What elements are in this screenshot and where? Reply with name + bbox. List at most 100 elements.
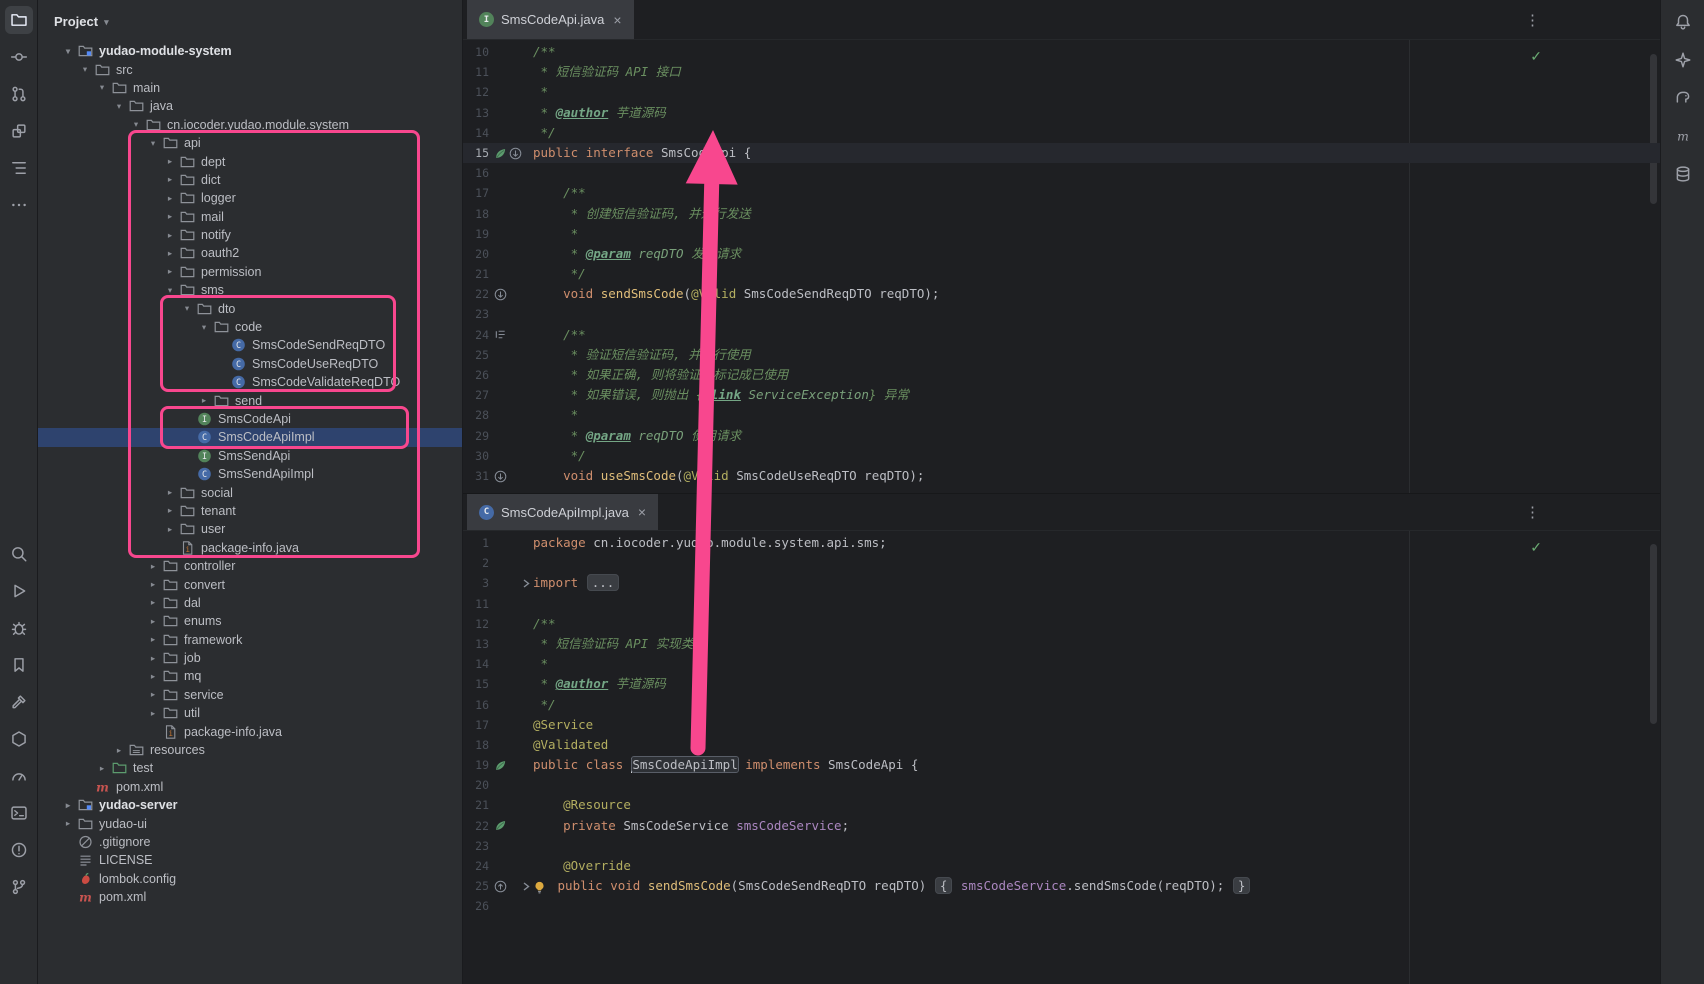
implemented-by-icon[interactable]	[494, 288, 507, 301]
chevron-right-icon[interactable]: ▸	[145, 561, 161, 572]
code-line-2[interactable]: 2	[463, 553, 1660, 573]
code-line-13[interactable]: 13 * @author 芋道源码	[463, 103, 1660, 123]
line-number[interactable]: 16	[463, 695, 489, 715]
tree-item-logger[interactable]: ▸logger	[38, 189, 462, 207]
code-line-21[interactable]: 21 @Resource	[463, 795, 1660, 815]
line-number[interactable]: 24	[463, 325, 489, 345]
tree-item-java[interactable]: ▾java	[38, 97, 462, 115]
notifications-icon[interactable]	[1669, 8, 1697, 36]
line-number[interactable]: 12	[463, 614, 489, 634]
line-number[interactable]: 18	[463, 204, 489, 224]
list-icon[interactable]	[494, 328, 507, 341]
line-number[interactable]: 19	[463, 224, 489, 244]
tree-item-smssendapiimpl[interactable]: CSmsSendApiImpl	[38, 465, 462, 483]
code-line-12[interactable]: 12/**	[463, 614, 1660, 634]
chevron-right-icon[interactable]: ▸	[162, 487, 178, 498]
line-number[interactable]: 15	[463, 143, 489, 163]
tree-item-mail[interactable]: ▸mail	[38, 208, 462, 226]
tree-item-dict[interactable]: ▸dict	[38, 171, 462, 189]
line-number[interactable]: 17	[463, 183, 489, 203]
chevron-right-icon[interactable]: ▸	[162, 505, 178, 516]
gutter[interactable]	[489, 470, 519, 483]
line-number[interactable]: 2	[463, 553, 489, 573]
tree-item-dal[interactable]: ▸dal	[38, 594, 462, 612]
tree-item-enums[interactable]: ▸enums	[38, 612, 462, 630]
tree-item-smscodevalidatereqdto[interactable]: CSmsCodeValidateReqDTO	[38, 373, 462, 391]
chevron-down-icon[interactable]: ▾	[128, 119, 144, 130]
line-number[interactable]: 13	[463, 103, 489, 123]
spring-bean-icon[interactable]	[494, 819, 507, 832]
tree-item-cn-iocoder-yudao-module-system[interactable]: ▾cn.iocoder.yudao.module.system	[38, 116, 462, 134]
code-line-1[interactable]: 1package cn.iocoder.yudao.module.system.…	[463, 533, 1660, 553]
tree-item-api[interactable]: ▾api	[38, 134, 462, 152]
debug-icon[interactable]	[5, 614, 33, 642]
code-line-22[interactable]: 22 private SmsCodeService smsCodeService…	[463, 816, 1660, 836]
code-line-25[interactable]: 25 * 验证短信验证码, 并进行使用	[463, 345, 1660, 365]
inspections-ok-icon[interactable]: ✓	[1530, 48, 1542, 65]
code-line-15[interactable]: 15public interface SmsCodeApi {	[463, 143, 1660, 163]
tree-item-notify[interactable]: ▸notify	[38, 226, 462, 244]
profiler-icon[interactable]	[5, 762, 33, 790]
tree-item-package-info-java[interactable]: ipackage-info.java	[38, 539, 462, 557]
line-number[interactable]: 14	[463, 654, 489, 674]
project-header-dropdown[interactable]: Project ▾	[38, 0, 462, 42]
close-tab-icon[interactable]: ×	[638, 504, 646, 520]
chevron-right-icon[interactable]: ▸	[145, 579, 161, 590]
tree-item-yudao-module-system[interactable]: ▾yudao-module-system	[38, 42, 462, 60]
chevron-right-icon[interactable]: ▸	[162, 266, 178, 277]
chevron-right-icon[interactable]: ▸	[162, 156, 178, 167]
pull-requests-icon[interactable]	[5, 80, 33, 108]
chevron-down-icon[interactable]: ▾	[145, 138, 161, 149]
gradle-icon[interactable]	[1669, 84, 1697, 112]
chevron-right-icon[interactable]: ▸	[196, 395, 212, 406]
line-number[interactable]: 16	[463, 163, 489, 183]
code-line-14[interactable]: 14 *	[463, 654, 1660, 674]
chevron-right-icon[interactable]: ▸	[162, 524, 178, 535]
code-line-15[interactable]: 15 * @author 芋道源码	[463, 674, 1660, 694]
tree-item-oauth2[interactable]: ▸oauth2	[38, 244, 462, 262]
commit-icon[interactable]	[5, 43, 33, 71]
intention-bulb-icon[interactable]	[533, 880, 546, 894]
gutter[interactable]	[489, 880, 519, 893]
code-line-10[interactable]: 10/**	[463, 42, 1660, 62]
line-number[interactable]: 27	[463, 385, 489, 405]
code-line-27[interactable]: 27 * 如果错误, 则抛出 {@link ServiceException} …	[463, 385, 1660, 405]
chevron-down-icon[interactable]: ▾	[162, 285, 178, 296]
chevron-right-icon[interactable]: ▸	[162, 174, 178, 185]
tree-item-permission[interactable]: ▸permission	[38, 263, 462, 281]
tree-item-gitignore[interactable]: .gitignore	[38, 833, 462, 851]
chevron-right-icon[interactable]: ▸	[145, 634, 161, 645]
tree-item-framework[interactable]: ▸framework	[38, 631, 462, 649]
code-line-16[interactable]: 16 */	[463, 695, 1660, 715]
chevron-right-icon[interactable]: ▸	[60, 818, 76, 829]
line-number[interactable]: 26	[463, 896, 489, 916]
gutter[interactable]	[489, 328, 519, 341]
tree-item-convert[interactable]: ▸convert	[38, 575, 462, 593]
tree-item-user[interactable]: ▸user	[38, 520, 462, 538]
code-line-21[interactable]: 21 */	[463, 264, 1660, 284]
line-number[interactable]: 11	[463, 62, 489, 82]
code-line-18[interactable]: 18 * 创建短信验证码, 并进行发送	[463, 204, 1660, 224]
chevron-down-icon[interactable]: ▾	[94, 82, 110, 93]
tree-item-job[interactable]: ▸job	[38, 649, 462, 667]
chevron-right-icon[interactable]: ▸	[162, 248, 178, 259]
code-line-20[interactable]: 20 * @param reqDTO 发送请求	[463, 244, 1660, 264]
code-line-19[interactable]: 19 *	[463, 224, 1660, 244]
gutter[interactable]	[489, 147, 519, 160]
tree-item-smscodeapi[interactable]: ISmsCodeApi	[38, 410, 462, 428]
line-number[interactable]: 15	[463, 674, 489, 694]
chevron-right-icon[interactable]: ▸	[145, 616, 161, 627]
project-icon[interactable]	[5, 6, 33, 34]
code-line-31[interactable]: 31 void useSmsCode(@Valid SmsCodeUseReqD…	[463, 466, 1660, 486]
line-number[interactable]: 1	[463, 533, 489, 553]
chevron-right-icon[interactable]: ▸	[162, 193, 178, 204]
code-line-3[interactable]: 3import ...	[463, 573, 1660, 593]
code-area-bottom[interactable]: 1package cn.iocoder.yudao.module.system.…	[463, 531, 1660, 984]
spring-bean-icon[interactable]	[494, 147, 507, 160]
chevron-right-icon[interactable]: ▸	[162, 230, 178, 241]
line-number[interactable]: 21	[463, 795, 489, 815]
tree-item-controller[interactable]: ▸controller	[38, 557, 462, 575]
chevron-right-icon[interactable]: ▸	[145, 653, 161, 664]
problems-icon[interactable]	[5, 836, 33, 864]
code-line-17[interactable]: 17@Service	[463, 715, 1660, 735]
